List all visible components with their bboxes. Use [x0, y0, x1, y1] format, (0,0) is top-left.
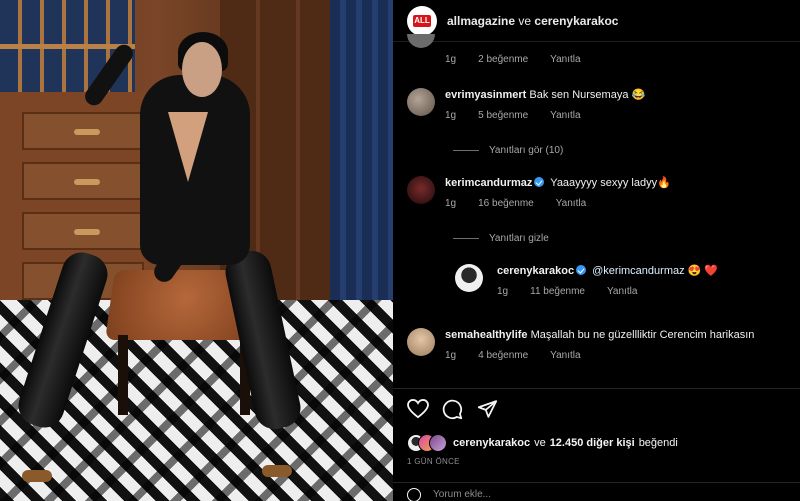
comment-avatar[interactable]	[455, 264, 483, 292]
reply-button[interactable]: Yanıtla	[550, 350, 580, 361]
reply-button[interactable]: Yanıtla	[607, 286, 637, 297]
comment-content: Yaaayyyy sexyy ladyy🔥	[550, 177, 671, 189]
replies-divider	[453, 238, 479, 239]
instagram-post-panel: ALL allmagazine ve cerenykarakoc 1g 2 be…	[393, 0, 800, 501]
liker-avatar	[429, 434, 447, 452]
reply-button[interactable]: Yanıtla	[556, 198, 586, 209]
hide-replies-label[interactable]: Yanıtları gizle	[489, 233, 549, 244]
comment-avatar[interactable]	[407, 176, 435, 204]
comment-time: 1g	[445, 54, 457, 65]
comment-username[interactable]: semahealthylife	[445, 329, 528, 341]
liker-avatars[interactable]	[407, 434, 447, 452]
replies-divider	[453, 150, 479, 151]
comment-meta: 1g 4 beğenme Yanıtla	[445, 350, 754, 361]
share-icon[interactable]	[477, 399, 498, 419]
comment-avatar[interactable]	[407, 328, 435, 356]
comment-time: 1g	[445, 110, 457, 121]
comment-likes[interactable]: 5 beğenme	[478, 110, 528, 121]
avatar-logo-text: ALL	[413, 14, 431, 27]
comment-time: 1g	[445, 198, 457, 209]
comment-item: semahealthylife Maşallah bu ne güzelllik…	[407, 328, 754, 361]
comment-item: 1g 2 beğenme Yanıtla	[407, 34, 581, 65]
emoji-icon[interactable]	[407, 488, 421, 501]
figure-shoe	[22, 470, 52, 482]
header-conjunction: ve	[518, 13, 532, 28]
liker-username[interactable]: cerenykarakoc	[453, 437, 530, 449]
likes-suffix: beğendi	[638, 437, 678, 449]
likes-others-link[interactable]: 12.450 diğer kişi	[550, 437, 635, 449]
comment-icon[interactable]	[442, 399, 463, 420]
comment-text: kerimcandurmaz Yaaayyyy sexyy ladyy🔥	[445, 176, 671, 190]
add-comment-bar: Yorum ekle...	[393, 482, 800, 501]
figure-head	[182, 42, 222, 97]
heart-icon[interactable]	[407, 399, 429, 419]
comment-time: 1g	[497, 286, 509, 297]
cabinet-drawer	[22, 212, 144, 250]
hide-replies-toggle[interactable]: Yanıtları gizle	[453, 233, 549, 244]
comment-content: Bak sen Nursemaya 😂	[529, 89, 646, 101]
comment-item: evrimyasinmert Bak sen Nursemaya 😂 1g 5 …	[407, 88, 645, 121]
comment-likes[interactable]: 16 beğenme	[478, 198, 534, 209]
comment-text: evrimyasinmert Bak sen Nursemaya 😂	[445, 88, 645, 102]
comment-time: 1g	[445, 350, 457, 361]
collaborator-username[interactable]: cerenykarakoc	[534, 14, 618, 28]
reply-button[interactable]: Yanıtla	[550, 54, 580, 65]
cabinet-drawer	[22, 162, 144, 200]
comment-meta: 1g 11 beğenme Yanıtla	[497, 286, 718, 297]
verified-badge-icon	[534, 177, 545, 187]
header-authors: allmagazine ve cerenykarakoc	[447, 14, 618, 28]
comment-text: cerenykarakoc @kerimcandurmaz 😍 ❤️	[497, 264, 718, 278]
likes-summary: cerenykarakoc ve 12.450 diğer kişi beğen…	[407, 434, 678, 452]
comment-likes[interactable]: 4 beğenme	[478, 350, 528, 361]
comment-meta: 1g 16 beğenme Yanıtla	[445, 198, 671, 209]
author-avatar[interactable]: ALL	[407, 5, 437, 36]
verified-badge-icon	[576, 265, 587, 275]
comment-username[interactable]: cerenykarakoc	[497, 265, 574, 277]
comment-meta: 1g 5 beğenme Yanıtla	[445, 110, 645, 121]
post-time-ago[interactable]: 1 GÜN ÖNCE	[407, 457, 460, 466]
view-replies-toggle[interactable]: Yanıtları gör (10)	[453, 145, 563, 156]
comment-content: Maşallah bu ne güzellliktir Cerencim har…	[530, 329, 755, 341]
comment-mention[interactable]: @kerimcandurmaz	[592, 265, 684, 277]
reply-item: cerenykarakoc @kerimcandurmaz 😍 ❤️ 1g 11…	[455, 264, 718, 297]
comment-text: semahealthylife Maşallah bu ne güzelllik…	[445, 328, 754, 342]
comment-content: 😍 ❤️	[687, 265, 719, 277]
likes-conjunction: ve	[534, 437, 546, 449]
author-username[interactable]: allmagazine	[447, 14, 515, 28]
view-replies-label[interactable]: Yanıtları gör (10)	[489, 145, 563, 156]
comment-avatar[interactable]	[407, 88, 435, 116]
chair-leg	[118, 335, 128, 415]
comment-likes[interactable]: 2 beğenme	[478, 54, 528, 65]
post-photo[interactable]	[0, 0, 393, 501]
comment-item: kerimcandurmaz Yaaayyyy sexyy ladyy🔥 1g …	[407, 176, 671, 209]
add-comment-input[interactable]: Yorum ekle...	[433, 489, 491, 500]
comment-likes[interactable]: 11 beğenme	[530, 286, 585, 297]
cabinet-drawer	[22, 112, 144, 150]
comment-avatar[interactable]	[407, 34, 435, 48]
comment-username[interactable]: evrimyasinmert	[445, 89, 526, 101]
reply-button[interactable]: Yanıtla	[550, 110, 580, 121]
post-action-bar	[393, 388, 800, 428]
figure-shoe	[262, 465, 292, 477]
comment-meta: 1g 2 beğenme Yanıtla	[445, 54, 581, 65]
comment-username[interactable]: kerimcandurmaz	[445, 177, 532, 189]
